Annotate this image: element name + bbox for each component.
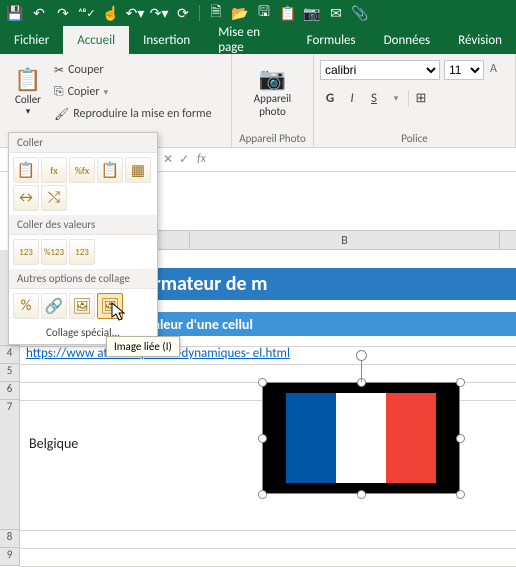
paste-link-icon[interactable]: 🔗 [41,293,67,319]
camera-group-label: Appareil Photo [238,132,307,147]
tooltip: Image liée (I) [106,336,180,357]
qat-separator [199,5,200,21]
confirm-icon[interactable]: ✓ [179,152,189,167]
group-camera: 📷 Appareil photo Appareil Photo [232,54,314,147]
italic-button[interactable]: I [342,91,362,106]
paste-formulas-formats-icon[interactable]: %fx [69,157,95,183]
row-header-5[interactable]: 5 [0,364,20,382]
row-header-4[interactable]: 4 [0,346,20,364]
paste-col-widths-icon[interactable]: ↔ [13,185,39,211]
redo-icon[interactable]: ↷ [52,2,74,24]
tab-donnees[interactable]: Données [370,26,445,54]
paste-all-icon[interactable]: 📋 [13,157,39,183]
col-header-b[interactable]: B [190,231,500,249]
underline-button[interactable]: S [364,91,384,106]
paste-menu-title: Coller [9,133,157,153]
open-icon[interactable]: 📂 [229,2,251,24]
tab-formules[interactable]: Formules [293,26,370,54]
paste-dropdown-menu: Coller 📋 fx %fx 📋 ▦ ↔ ⤭ Coller des valeu… [8,132,158,345]
brush-icon: 🖌 [54,107,69,122]
tab-insertion[interactable]: Insertion [129,26,204,54]
rotate-handle[interactable] [356,350,367,361]
touch-icon[interactable]: ☝ [100,2,122,24]
undo-dropdown-icon[interactable]: ↶▾ [124,2,146,24]
row-header-6[interactable]: 6 [0,382,20,400]
tab-fichier[interactable]: Fichier [0,26,63,54]
resize-handle-w[interactable] [258,434,267,443]
tab-mise-en-page[interactable]: Mise en page [204,26,292,54]
cut-button[interactable]: ✂Couper [54,60,212,80]
paste-values-source-icon[interactable]: 123 [69,239,95,265]
row-header-8[interactable]: 8 [0,530,20,548]
grow-font-icon[interactable]: A [488,60,499,80]
clipboard-icon: 📋 [14,66,41,93]
paste-values-title: Coller des valeurs [9,215,157,235]
resize-handle-s[interactable] [357,490,366,499]
image-selection [262,382,460,494]
camera-qat-icon[interactable]: 📷 [301,2,323,24]
attach-icon[interactable]: 📎 [349,2,371,24]
spellcheck-icon[interactable]: ᴬᴮ✓ [76,2,98,24]
resize-handle-nw[interactable] [258,378,267,387]
copy-button[interactable]: ⎘Copier▾ [54,82,212,102]
tab-revision[interactable]: Révision [444,26,516,54]
ribbon-tabs: Fichier Accueil Insertion Mise en page F… [0,26,516,54]
chevron-down-icon: ▾ [26,106,31,117]
camera-icon: 📷 [259,65,286,92]
refresh-icon[interactable]: ⟳ [172,2,194,24]
undo-icon[interactable]: ↶ [28,2,50,24]
paste-keep-source-icon[interactable]: 📋 [97,157,123,183]
paste-picture-icon[interactable]: 🖼 [69,293,95,319]
copy-icon: ⎘ [54,85,64,99]
row-header-7[interactable]: 7 [0,400,20,530]
camera-button[interactable]: 📷 Appareil photo [238,56,307,126]
chevron-down-icon[interactable]: ▾ [386,93,406,104]
quick-access-toolbar: 💾 ↶ ↷ ᴬᴮ✓ ☝ ↶▾ ↷▾ ⟳ 🗎 📂 🖫 📋 📷 ✉ 📎 [0,0,516,26]
border-button[interactable]: ⊞ [411,91,431,106]
paste-no-borders-icon[interactable]: ▦ [125,157,151,183]
redo-dropdown-icon[interactable]: ↷▾ [148,2,170,24]
country-cell[interactable]: Belgique [29,435,78,452]
save-icon[interactable]: 💾 [4,2,26,24]
paste-formulas-icon[interactable]: fx [41,157,67,183]
paste-icon[interactable]: 📋 [277,2,299,24]
resize-handle-sw[interactable] [258,490,267,499]
paste-transpose-icon[interactable]: ⤭ [41,185,67,211]
cancel-icon[interactable]: ✕ [163,152,173,167]
chevron-down-icon: ▾ [104,87,109,98]
paste-label: Coller [15,93,41,106]
paste-other-title: Autres options de collage [9,269,157,289]
paste-linked-picture-icon[interactable]: 🖼 [97,293,123,319]
new-icon[interactable]: 🗎 [205,2,227,24]
save2-icon[interactable]: 🖫 [253,2,275,24]
font-group-label: Police [320,132,509,147]
bold-button[interactable]: G [320,91,340,106]
resize-handle-se[interactable] [456,490,465,499]
fx-icon[interactable]: fx [195,152,206,167]
font-name-select[interactable]: calibri [320,60,440,80]
row-header-9[interactable]: 9 [0,548,20,566]
resize-handle-e[interactable] [456,434,465,443]
paste-values-icon[interactable]: 123 [13,239,39,265]
font-size-select[interactable]: 11 [444,60,484,80]
tab-accueil[interactable]: Accueil [63,26,129,54]
paste-format-icon[interactable]: % [13,293,39,319]
scissors-icon: ✂ [54,63,64,78]
resize-handle-ne[interactable] [456,378,465,387]
paste-button[interactable]: 📋 Coller ▾ [6,56,50,126]
paste-values-number-icon[interactable]: %123 [41,239,67,265]
group-font: calibri 11 A G I S ▾ ⊞ Police [314,54,516,147]
mail-icon[interactable]: ✉ [325,2,347,24]
format-painter-button[interactable]: 🖌Reproduire la mise en forme [54,104,212,124]
